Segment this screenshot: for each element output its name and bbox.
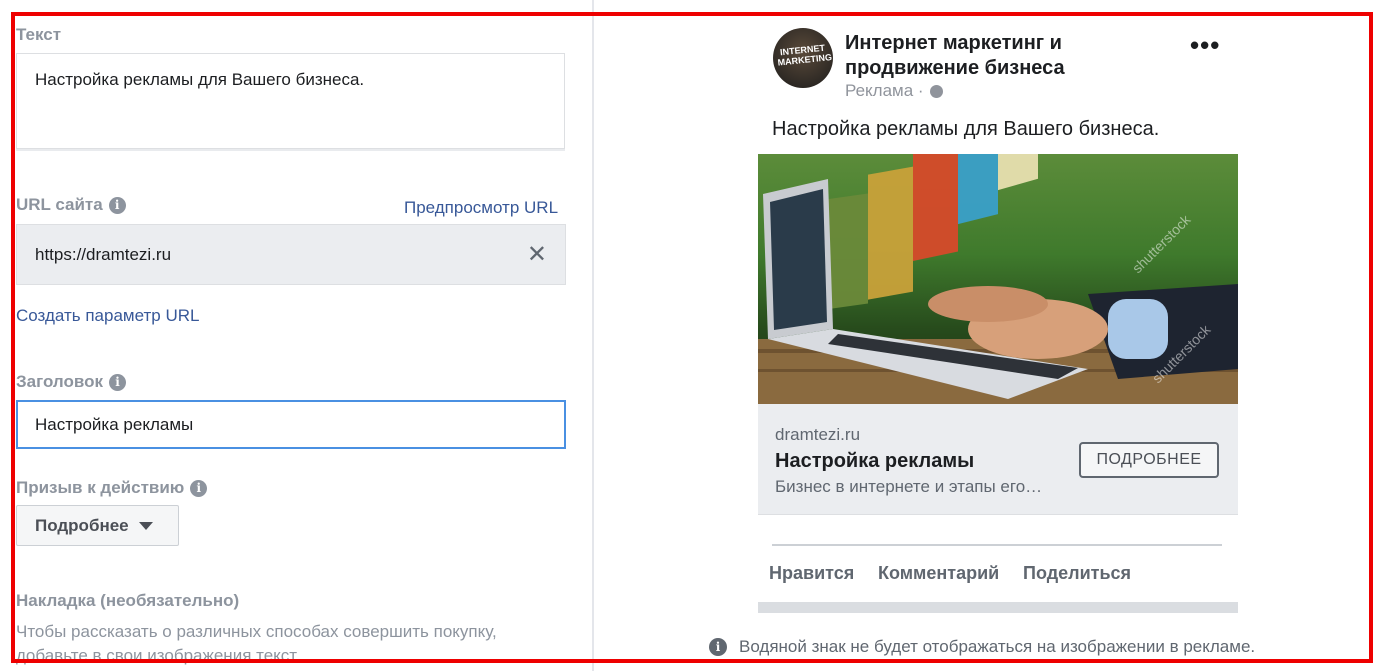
info-icon[interactable]: i	[190, 479, 208, 497]
share-button[interactable]: Поделиться	[1023, 563, 1131, 584]
globe-icon	[929, 84, 943, 98]
website-url-field[interactable]: https://dramtezi.ru ✕	[16, 224, 566, 285]
ad-image[interactable]: shutterstock shutterstock	[758, 154, 1238, 404]
like-button[interactable]: Нравится	[769, 563, 854, 584]
primary-text-value: Настройка рекламы для Вашего бизнеса.	[35, 70, 365, 89]
watermark-note-text: Водяной знак не будет отображаться на из…	[739, 637, 1256, 656]
comment-button[interactable]: Комментарий	[878, 563, 999, 584]
cta-selected-value: Подробнее	[35, 515, 129, 535]
card-domain: dramtezi.ru	[775, 425, 861, 444]
url-label: URL сайта i	[16, 195, 126, 215]
sponsored-text: Реклама ·	[845, 81, 924, 100]
headline-label: Заголовок i	[16, 372, 127, 392]
link-card[interactable]: dramtezi.ru Настройка рекламы Бизнес в и…	[758, 404, 1238, 515]
actions-divider	[772, 544, 1222, 546]
info-icon[interactable]: i	[109, 373, 127, 391]
overlay-description: Чтобы рассказать о различных способах со…	[16, 622, 497, 665]
headline-label-text: Заголовок	[16, 372, 104, 391]
avatar-logo-text: INTERNET MARKETING	[777, 42, 833, 68]
watermark-text: shutterstock	[1129, 211, 1194, 276]
cta-label: Призыв к действию i	[16, 478, 208, 498]
url-preview-link[interactable]: Предпросмотр URL	[404, 198, 558, 218]
create-url-parameter-link[interactable]: Создать параметр URL	[16, 306, 199, 326]
laptop-illustration: shutterstock shutterstock	[758, 154, 1238, 404]
url-label-text: URL сайта	[16, 195, 103, 214]
close-icon[interactable]: ✕	[527, 242, 547, 267]
cta-label-text: Призыв к действию	[16, 478, 185, 497]
info-icon: i	[709, 638, 727, 656]
card-headline: Настройка рекламы	[775, 450, 975, 472]
ad-form-panel: Текст Настройка рекламы для Вашего бизне…	[0, 0, 592, 671]
ad-preview-panel: INTERNET MARKETING Интернет маркетинг и …	[594, 0, 1382, 671]
text-label: Текст	[16, 25, 61, 45]
avatar[interactable]: INTERNET MARKETING	[773, 28, 833, 88]
caret-down-icon	[138, 521, 153, 530]
card-description: Бизнес в интернете и этапы его…	[775, 477, 1043, 496]
website-url-value: https://dramtezi.ru	[35, 244, 172, 264]
headline-input[interactable]: Настройка рекламы	[16, 400, 566, 449]
headline-value: Настройка рекламы	[35, 414, 194, 434]
post-text: Настройка рекламы для Вашего бизнеса.	[772, 118, 1160, 140]
text-label-text: Текст	[16, 25, 62, 44]
learn-more-button[interactable]: ПОДРОБНЕЕ	[1079, 442, 1219, 478]
call-to-action-dropdown[interactable]: Подробнее	[16, 505, 179, 546]
more-options-icon[interactable]: •••	[1190, 32, 1220, 58]
primary-text-field[interactable]: Настройка рекламы для Вашего бизнеса.	[16, 53, 565, 149]
sponsored-label: Реклама ·	[845, 81, 943, 101]
info-icon[interactable]: i	[108, 196, 126, 214]
page-name[interactable]: Интернет маркетинг и продвижение бизнеса	[845, 31, 1105, 81]
overlay-title: Накладка (необязательно)	[16, 591, 240, 610]
watermark-note: i Водяной знак не будет отображаться на …	[709, 637, 1255, 657]
comment-area-bar	[758, 602, 1238, 613]
